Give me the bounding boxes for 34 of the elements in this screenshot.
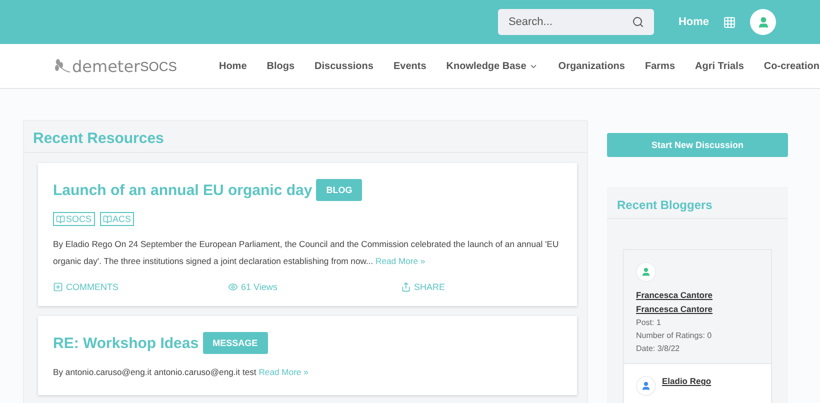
nav-link[interactable]: Events: [393, 60, 426, 72]
book-icon: [102, 214, 112, 224]
share-icon: [401, 282, 411, 292]
nav-link[interactable]: Blogs: [266, 60, 295, 72]
panel-title: Recent Bloggers: [607, 187, 788, 219]
book-icon: [56, 214, 65, 224]
nav-link[interactable]: Organizations: [558, 60, 625, 72]
nav-link[interactable]: Discussions: [314, 60, 374, 72]
logo-text: demeter: [72, 56, 140, 76]
type-label: BLOG: [316, 179, 362, 201]
blogger-name-link[interactable]: Francesca Cantore: [636, 304, 713, 314]
nav-link[interactable]: Co-creation: [764, 60, 820, 72]
resource-summary: By antonio.caruso@eng.it antonio.caruso@eng.it test Read More »: [53, 366, 310, 379]
nav-link[interactable]: Home: [218, 60, 247, 72]
type-label: MESSAGE: [202, 332, 268, 354]
blogger-stat: Date: 3/8/22: [636, 344, 681, 353]
blogger-stat: Number of Ratings: 0: [636, 331, 713, 340]
blogger-name-link[interactable]: Francesca Cantore: [636, 290, 713, 300]
blogger-stat: Post: 1: [636, 318, 662, 327]
apps-grid-icon[interactable]: [723, 16, 736, 28]
site-name: SOCS: [140, 58, 177, 74]
nav-link[interactable]: Farms: [644, 60, 675, 72]
resource-summary: By Eladio Rego On 24 September the European Parliament, the Council and the Commission celebrated the launch of an annual 'EU organic day'. The three institutions signed a joint declaration establishing from now... Read More »: [53, 238, 560, 268]
user-icon: [756, 16, 770, 28]
user-avatar[interactable]: [750, 9, 776, 35]
blogger-name-link[interactable]: Eladio Rego: [662, 376, 712, 386]
section-title: Recent Resources: [24, 121, 587, 153]
nav-link[interactable]: Agri Trials: [695, 60, 744, 72]
wheat-icon: [54, 59, 70, 73]
nav-link[interactable]: Knowledge Base: [446, 60, 538, 72]
eye-icon: [228, 282, 238, 292]
plus-square-icon: [53, 282, 63, 292]
search-field[interactable]: Search...: [498, 9, 654, 35]
search-icon[interactable]: [632, 16, 644, 28]
